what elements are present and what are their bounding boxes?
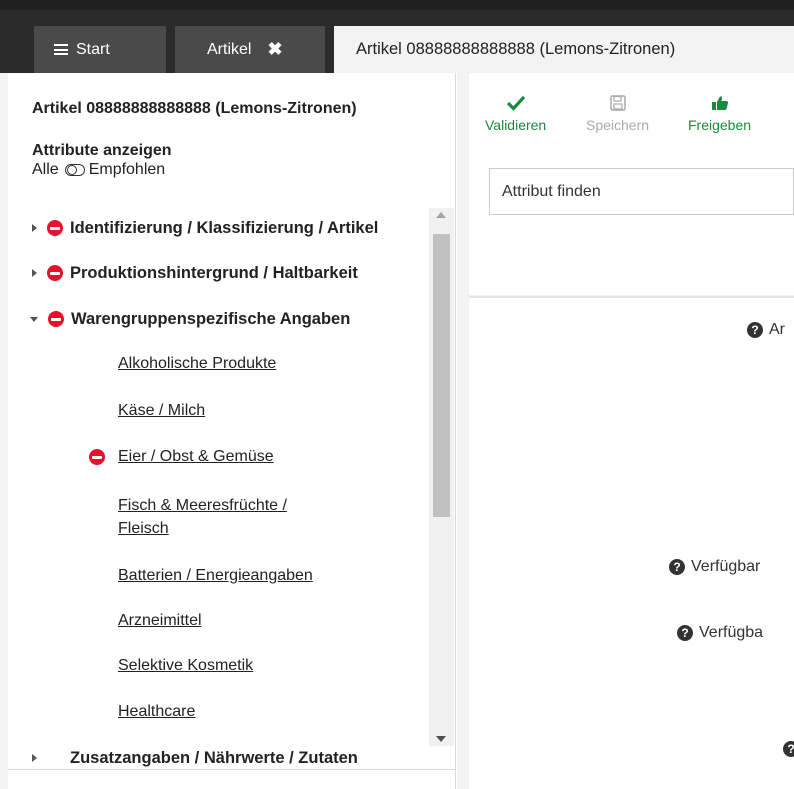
attribute-label: Verfügba: [699, 624, 764, 641]
tree-item-pharmaceuticals[interactable]: Arzneimittel: [118, 610, 202, 632]
caret-right-icon[interactable]: [32, 224, 37, 232]
close-icon[interactable]: ✖: [267, 39, 282, 60]
question-circle-icon[interactable]: ?: [677, 625, 693, 641]
search-placeholder: Attribut finden: [502, 182, 601, 200]
attributes-heading: Attribute anzeigen: [32, 142, 172, 159]
tab-artikel[interactable]: Artikel ✖: [175, 26, 325, 73]
toggle-label-all: Alle: [32, 161, 59, 178]
attribute-help-row: ? Verfügbar: [669, 558, 760, 576]
attribute-help-row: ? Verfügba: [677, 624, 763, 642]
tree-item-alcohol[interactable]: Alkoholische Produkte: [118, 353, 276, 375]
floppy-disk-icon: [609, 95, 626, 111]
release-button[interactable]: Freigeben: [688, 95, 751, 133]
tab-bar: Start Artikel ✖ Artikel 08888888888888 (…: [0, 0, 794, 73]
attribute-filter-toggle-row: Alle Empfohlen: [32, 161, 165, 179]
tree-item-eggs-produce[interactable]: Eier / Obst & Gemüse: [118, 446, 274, 468]
tree-group-product-specific[interactable]: Warengruppenspezifische Angaben: [8, 304, 424, 334]
attribute-search-input[interactable]: Attribut finden: [489, 168, 794, 215]
tree-item-fish-seafood[interactable]: Fisch & Meeresfrüchte /: [118, 495, 287, 517]
question-circle-icon[interactable]: ?: [783, 741, 794, 757]
tab-active-label: Artikel 08888888888888 (Lemons-Zitronen): [356, 40, 676, 58]
thumbs-up-icon: [711, 96, 728, 110]
save-label: Speichern: [586, 117, 650, 133]
group-label: Identifizierung / Klassifizierung / Arti…: [70, 218, 379, 237]
toggle-switch-icon[interactable]: [64, 164, 85, 176]
validate-label: Validieren: [485, 117, 547, 133]
tree-group-production[interactable]: Produktionshintergrund / Haltbarkeit: [8, 258, 424, 288]
attribute-content-area: ? Ar ? Verfügbar ? Verfügba ?: [469, 298, 794, 789]
tree-item-batteries[interactable]: Batterien / Energieangaben: [118, 565, 313, 587]
tree-item-cheese-milk[interactable]: Käse / Milch: [118, 400, 205, 422]
left-gutter: [0, 73, 8, 789]
checkmark-icon: [506, 95, 525, 111]
tree-item-meat[interactable]: Fleisch: [118, 518, 169, 540]
tree-group-identification[interactable]: Identifizierung / Klassifizierung / Arti…: [8, 213, 424, 243]
attribute-label: Ar: [769, 321, 785, 338]
caret-down-icon[interactable]: [30, 316, 38, 322]
tree-scrollbar[interactable]: [429, 208, 454, 746]
menu-icon: [54, 44, 68, 55]
error-icon: [47, 265, 63, 281]
scrollbar-thumb[interactable]: [433, 234, 450, 517]
validate-button[interactable]: Validieren: [485, 95, 546, 133]
attribute-help-row: ?: [783, 741, 794, 757]
caret-right-icon[interactable]: [32, 754, 37, 762]
tab-start-label: Start: [76, 40, 110, 58]
tab-artikel-label: Artikel: [207, 40, 252, 58]
scroll-up-arrow-icon[interactable]: [436, 212, 446, 218]
top-strip: [0, 0, 794, 10]
group-label: Produktionshintergrund / Haltbarkeit: [70, 263, 358, 282]
caret-right-icon[interactable]: [32, 269, 37, 277]
attribute-label: Verfügbar: [691, 558, 761, 575]
group-label: Zusatzangaben / Nährwerte / Zutaten: [70, 748, 358, 767]
tab-start[interactable]: Start: [34, 26, 166, 73]
scroll-down-arrow-icon[interactable]: [436, 736, 446, 742]
panel-bottom-divider: [8, 769, 455, 770]
attribute-navigation-panel: Artikel 08888888888888 (Lemons-Zitronen)…: [8, 73, 456, 789]
release-label: Freigeben: [688, 117, 752, 133]
group-label: Warengruppenspezifische Angaben: [71, 309, 351, 328]
save-button[interactable]: Speichern: [586, 95, 649, 133]
question-circle-icon[interactable]: ?: [669, 559, 685, 575]
article-title: Artikel 08888888888888 (Lemons-Zitronen): [32, 100, 357, 117]
error-icon: [47, 220, 63, 236]
error-icon: [89, 449, 105, 465]
attribute-help-row: ? Ar: [747, 321, 785, 339]
tree-item-selective-cosmetics[interactable]: Selektive Kosmetik: [118, 655, 253, 677]
error-icon: [48, 311, 64, 327]
toggle-label-recommended: Empfohlen: [88, 161, 166, 178]
tree-item-healthcare[interactable]: Healthcare: [118, 701, 195, 723]
tab-active-article[interactable]: Artikel 08888888888888 (Lemons-Zitronen): [334, 26, 794, 73]
question-circle-icon[interactable]: ?: [747, 322, 763, 338]
